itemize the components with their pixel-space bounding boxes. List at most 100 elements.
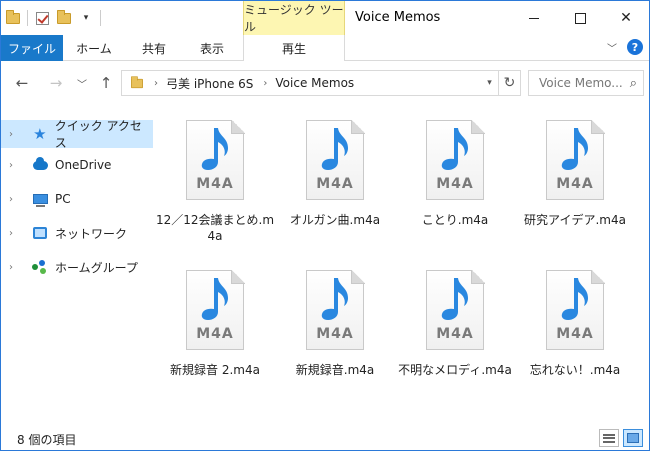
network-icon [31,225,49,241]
window-controls: ✕ [511,1,649,35]
m4a-file-icon: M4A [542,120,608,200]
onedrive-cloud-icon [31,156,49,173]
help-icon[interactable]: ? [627,39,643,55]
file-extension-label: M4A [316,326,354,342]
file-view: M4A 12／12会議まとめ.m4a M4A オルガン曲.m4a M4A ことり… [155,102,649,423]
window-title: Voice Memos [355,10,441,25]
breadcrumb-folder[interactable]: Voice Memos [275,76,354,90]
recent-locations-chevron-down-icon[interactable]: ﹀ [71,72,93,94]
details-view-icon [603,433,615,443]
file-name: 新規録音 2.m4a [170,363,260,377]
explorer-window: ▾ ミュージック ツール Voice Memos ✕ ファイル ホーム 共有 表… [0,0,650,451]
tab-file[interactable]: ファイル [1,35,63,61]
file-extension-label: M4A [316,176,354,192]
sidebar-item-label: クイック アクセス [54,119,142,150]
file-name: 12／12会議まとめ.m4a [155,213,275,243]
m4a-file-icon: M4A [182,120,248,200]
file-name: 不明なメロディ.m4a [398,363,512,377]
ribbon-right-controls: ﹀ ? [607,39,643,55]
expand-chevron-right-icon[interactable]: › [9,129,21,140]
address-bar[interactable]: › 弓美 iPhone 6S › Voice Memos ▾ ↻ [121,70,521,96]
search-input[interactable]: Voice Memo... ⌕ [528,70,644,96]
file-item[interactable]: M4A 不明なメロディ.m4a [395,258,515,408]
sidebar-item-pc[interactable]: › PC [1,182,153,216]
folder-icon [131,75,143,88]
close-button[interactable]: ✕ [603,1,649,35]
expand-chevron-right-icon[interactable]: › [9,194,21,205]
expand-chevron-right-icon[interactable]: › [9,160,21,171]
forward-arrow-icon[interactable]: → [45,72,67,94]
search-placeholder: Voice Memo... [539,76,623,90]
expand-chevron-right-icon[interactable]: › [9,262,21,273]
pc-icon [31,191,49,207]
title-bar: ▾ ミュージック ツール Voice Memos ✕ [1,1,649,35]
m4a-file-icon: M4A [422,270,488,350]
properties-check-icon[interactable] [34,10,50,26]
navigation-pane: › ★ クイック アクセス › OneDrive › PC › ネットワーク ›… [1,108,153,423]
new-folder-icon[interactable] [56,9,72,26]
file-name: 忘れない！.m4a [529,363,621,377]
quick-access-toolbar: ▾ [5,7,101,29]
file-extension-label: M4A [556,176,594,192]
item-count: 8 個の項目 [17,432,77,447]
tab-share[interactable]: 共有 [125,35,183,61]
music-tools-context-label: ミュージック ツール [243,1,345,35]
sidebar-item-quick-access[interactable]: › ★ クイック アクセス [1,119,153,150]
refresh-icon[interactable]: ↻ [498,71,520,95]
sidebar-item-onedrive[interactable]: › OneDrive [1,148,153,182]
sidebar-item-label: ホームグループ [55,260,138,275]
file-item[interactable]: M4A オルガン曲.m4a [275,108,395,258]
m4a-file-icon: M4A [182,270,248,350]
tab-play[interactable]: 再生 [243,35,345,61]
sidebar-item-label: ネットワーク [55,226,128,241]
tab-home[interactable]: ホーム [63,35,125,61]
file-item[interactable]: M4A 研究アイデア.m4a [515,108,635,258]
address-controls: ▾ ↻ [480,71,520,95]
homegroup-icon [31,259,49,275]
file-name: ことり.m4a [421,213,489,227]
large-icons-view-icon [627,433,639,443]
minimize-button[interactable] [511,1,557,35]
m4a-file-icon: M4A [422,120,488,200]
sidebar-item-network[interactable]: › ネットワーク [1,216,153,250]
breadcrumb-separator-icon[interactable]: › [154,78,158,89]
file-name: オルガン曲.m4a [289,213,381,227]
customize-toolbar-chevron-down-icon[interactable]: ▾ [78,10,94,26]
up-arrow-icon[interactable]: ↑ [95,72,117,94]
status-bar: 8 個の項目 [1,427,649,450]
sidebar-item-label: PC [55,192,71,206]
quick-access-star-icon: ★ [33,125,47,143]
folder-icon [5,9,21,26]
m4a-file-icon: M4A [302,270,368,350]
file-extension-label: M4A [556,326,594,342]
back-arrow-icon[interactable]: ← [11,72,33,94]
file-item[interactable]: M4A 忘れない！.m4a [515,258,635,408]
m4a-file-icon: M4A [542,270,608,350]
file-item[interactable]: M4A 12／12会議まとめ.m4a [155,108,275,258]
breadcrumb-device[interactable]: 弓美 iPhone 6S [166,75,253,92]
maximize-button[interactable] [557,1,603,35]
file-name: 研究アイデア.m4a [524,213,626,227]
toolbar-separator [100,10,101,26]
file-item[interactable]: M4A 新規録音.m4a [275,258,395,408]
toolbar-separator [27,10,28,26]
expand-ribbon-chevron-down-icon[interactable]: ﹀ [607,40,617,55]
view-switcher [599,429,643,447]
file-name: 新規録音.m4a [295,363,375,377]
sidebar-item-label: OneDrive [55,158,112,172]
file-item[interactable]: M4A ことり.m4a [395,108,515,258]
file-item[interactable]: M4A 新規録音 2.m4a [155,258,275,408]
file-extension-label: M4A [436,326,474,342]
large-icons-view-button[interactable] [623,429,643,447]
file-extension-label: M4A [436,176,474,192]
file-extension-label: M4A [196,176,234,192]
m4a-file-icon: M4A [302,120,368,200]
ribbon-tabs: ファイル ホーム 共有 表示 再生 ﹀ ? [1,35,649,61]
expand-chevron-right-icon[interactable]: › [9,228,21,239]
details-view-button[interactable] [599,429,619,447]
sidebar-item-homegroup[interactable]: › ホームグループ [1,250,153,284]
file-extension-label: M4A [196,326,234,342]
address-history-chevron-down-icon[interactable]: ▾ [480,78,498,88]
breadcrumb-separator-icon[interactable]: › [263,78,267,89]
tab-view[interactable]: 表示 [183,35,241,61]
